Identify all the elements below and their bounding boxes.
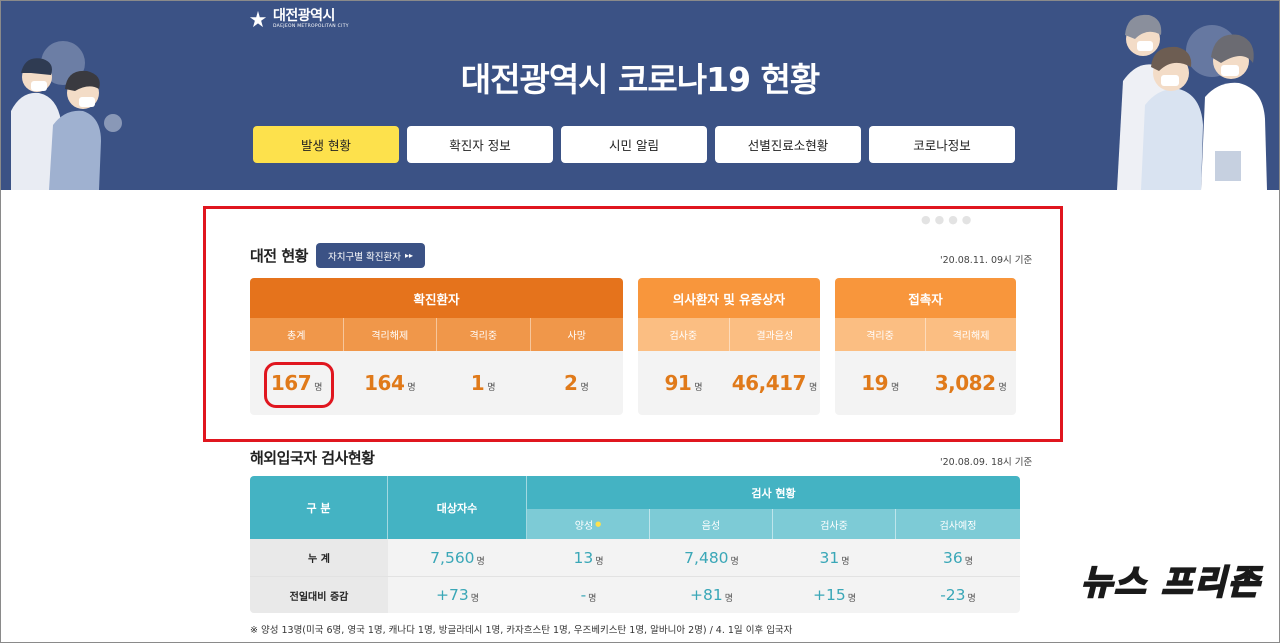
unit-label: 명 [588,594,597,604]
nav-tab-screening-clinics[interactable]: 선별진료소현황 [715,126,861,163]
cell-target: +73 [436,586,469,604]
overseas-section-title: 해외입국자 검사현황 [250,449,375,467]
cell-target: 7,560 [430,548,475,567]
col-negative: 음성 [650,509,773,539]
unit-label: 명 [724,594,733,604]
header-banner: 대전광역시 DAEJEON METROPOLITAN CITY 대전광역시 코로… [1,1,1279,190]
cell-positive: 13 [573,548,594,567]
cell-testing: 31 [819,548,840,567]
page-title: 대전광역시 코로나19 현황 [460,60,821,99]
cell-scheduled: 36 [942,548,963,567]
cell-negative: +81 [690,586,723,604]
unit-label: 명 [476,556,485,567]
cell-scheduled: -23 [940,586,966,604]
nav-tab-corona-info[interactable]: 코로나정보 [869,126,1015,163]
row-label: 누 계 [250,539,388,576]
unit-label: 명 [964,556,973,567]
col-positive-label: 양성 [574,520,594,532]
unit-label: 명 [470,594,479,604]
highlight-box [203,206,1063,442]
row-label: 전일대비 증감 [250,577,388,613]
unit-label: 명 [841,556,850,567]
nav-tab-citizen-notice[interactable]: 시민 알림 [561,126,707,163]
cell-testing: +15 [813,586,846,604]
nav-tab-outbreak-status[interactable]: 발생 현황 [253,126,399,163]
asterisk-icon: ● [595,520,602,528]
col-positive: 양성 ● [527,509,650,539]
city-logo-icon [249,11,267,28]
highlight-circle [264,362,334,408]
col-category: 구 분 [250,476,388,539]
overseas-footnote: ※ 양성 13명(미국 6명, 영국 1명, 캐나다 1명, 방글라데시 1명,… [250,625,793,636]
overseas-basis-time: '20.08.09. 18시 기준 [940,457,1033,468]
overseas-table: 구 분 대상자수 검사 현황 양성 ● 음성 검사중 검사예정 누 계 7,560… [250,476,1020,613]
logo-subtitle: DAEJEON METROPOLITAN CITY [273,24,349,29]
table-row: 누 계 7,560 명 13 명 7,480 명 31 명 36 명 [250,539,1020,576]
cell-negative: 7,480 [684,548,729,567]
col-testing: 검사중 [773,509,896,539]
col-target: 대상자수 [388,476,527,539]
unit-label: 명 [967,594,976,604]
news-watermark: 뉴스 프리존 [1080,562,1262,604]
page: 대전광역시 DAEJEON METROPOLITAN CITY 대전광역시 코로… [0,0,1280,643]
unit-label: 명 [730,556,739,567]
cell-positive: - [580,586,587,604]
main-nav: 발생 현황 확진자 정보 시민 알림 선별진료소현황 코로나정보 [253,126,1015,163]
logo-title: 대전광역시 [273,8,335,24]
unit-label: 명 [847,594,856,604]
col-test-status: 검사 현황 [527,476,1020,509]
unit-label: 명 [595,556,604,567]
col-scheduled: 검사예정 [896,509,1020,539]
table-row: 전일대비 증감 +73 명 -명 +81 명 +15 명 -23 명 [250,576,1020,613]
city-logo[interactable]: 대전광역시 DAEJEON METROPOLITAN CITY [249,9,349,30]
nav-tab-patient-info[interactable]: 확진자 정보 [407,126,553,163]
